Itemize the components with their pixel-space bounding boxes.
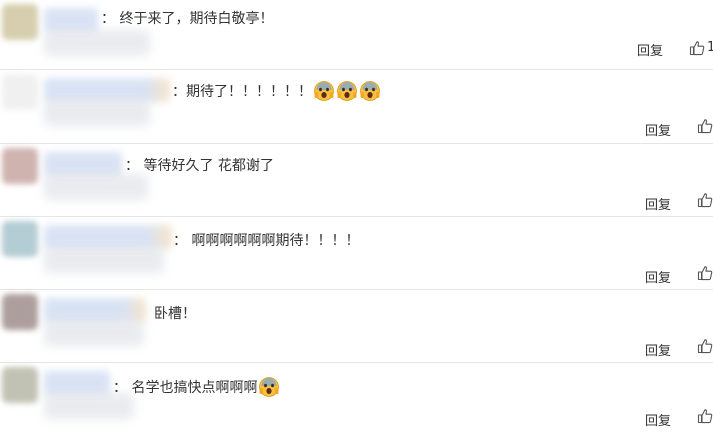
blurred-username[interactable] [44,8,98,32]
blurred-username[interactable] [44,152,122,176]
comment-item: ： 啊啊啊啊啊啊期待！！！！ 回复 [0,217,713,290]
comment-text: ：期待了！！！！！！ [172,80,381,103]
reply-button[interactable]: 回复 [645,410,671,429]
comment-text-content: ：期待了！！！！！！ [172,84,312,100]
screaming-face-emoji [337,80,357,101]
blurred-userinfo [44,174,148,200]
blurred-username[interactable] [44,371,110,395]
comment-text: ： 名学也搞快点啊啊啊 [113,376,280,399]
reply-button[interactable]: 回复 [645,120,671,139]
comment-text: ： 等待好久了 花都谢了 [125,158,274,174]
screaming-face-emoji [314,80,334,101]
blurred-userinfo [44,247,164,273]
blurred-username[interactable] [44,225,172,249]
thumbs-up-icon[interactable] [689,40,705,56]
comment-text: ： 啊啊啊啊啊啊期待！！！！ [173,233,360,249]
screaming-face-emoji [360,80,380,101]
comment-item: ： 名学也搞快点啊啊啊 回复 [0,363,713,435]
avatar[interactable] [2,221,38,257]
avatar[interactable] [2,4,38,40]
avatar[interactable] [2,367,38,403]
blurred-userinfo [44,320,144,346]
comment-text: 卧槽！ [154,306,196,322]
comment-item: ： 终于来了，期待白敬亭！ 回复 1 [0,0,713,70]
blurred-userinfo [44,30,150,56]
comment-item: 卧槽！ 回复 [0,290,713,363]
avatar[interactable] [2,294,38,330]
reply-button[interactable]: 回复 [645,194,671,213]
blurred-userinfo [44,100,150,126]
thumbs-up-icon[interactable] [697,118,713,134]
thumbs-up-icon[interactable] [697,192,713,208]
blurred-username[interactable] [44,78,170,102]
like-count: 1 [707,40,713,55]
blurred-username[interactable] [44,298,146,322]
comment-list: ： 终于来了，期待白敬亭！ 回复 1 ：期待了！！！！！！ 回复 ： 等待好久了… [0,0,713,435]
avatar[interactable] [2,74,38,110]
thumbs-up-icon[interactable] [697,408,713,424]
comment-text-content: ： 名学也搞快点啊啊啊 [113,380,258,396]
thumbs-up-icon[interactable] [697,265,713,281]
comment-item: ：期待了！！！！！！ 回复 [0,70,713,144]
reply-button[interactable]: 回复 [645,340,671,359]
screaming-face-emoji [259,376,280,397]
comment-item: ： 等待好久了 花都谢了 回复 [0,144,713,217]
comment-text: ： 终于来了，期待白敬亭！ [101,11,274,27]
thumbs-up-icon[interactable] [697,338,713,354]
avatar[interactable] [2,148,38,184]
reply-button[interactable]: 回复 [645,267,671,286]
reply-button[interactable]: 回复 [637,40,663,59]
